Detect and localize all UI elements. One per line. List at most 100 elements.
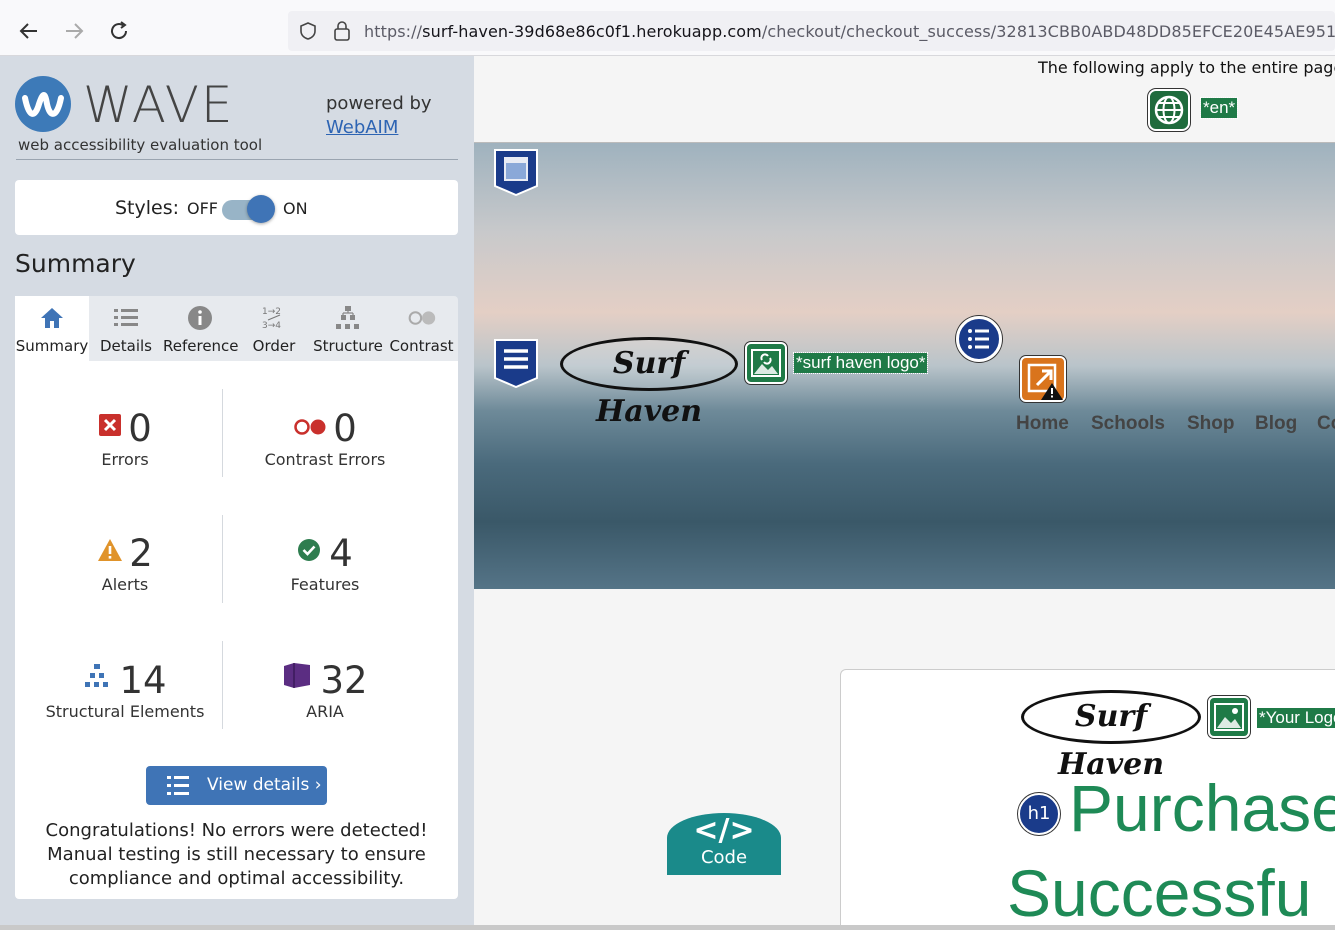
aria-count: 32 — [320, 659, 368, 702]
aria-stat[interactable]: 32 ARIA — [225, 659, 425, 721]
card-logo-alt-tag: *Your Logo — [1256, 707, 1335, 729]
browser-toolbar: https://surf-haven-39d68e86c0f1.herokuap… — [0, 0, 1335, 56]
list-structure-icon[interactable] — [956, 316, 1002, 362]
tab-contrast-label: Contrast — [389, 337, 454, 355]
lock-icon — [334, 21, 350, 41]
structural-count: 14 — [119, 659, 167, 702]
nav-blog[interactable]: Blog — [1255, 413, 1297, 435]
wave-title: WAVE — [83, 76, 235, 134]
structure-icon — [334, 305, 362, 331]
forward-arrow-icon — [66, 23, 84, 39]
list-icon — [112, 305, 140, 331]
code-toggle-button[interactable]: </> Code — [667, 813, 781, 875]
structural-label: Structural Elements — [45, 702, 205, 721]
aria-region-icon[interactable] — [493, 148, 539, 197]
lang-tag: *en* — [1199, 97, 1239, 119]
order-icon: 1→2 3→4 — [260, 305, 288, 331]
home-icon — [38, 305, 66, 331]
features-stat[interactable]: 4 Features — [225, 532, 425, 594]
view-details-label: View details › — [207, 775, 322, 795]
styles-toggle-card: Styles: OFF ON — [15, 180, 458, 235]
features-label: Features — [290, 575, 360, 594]
features-count: 4 — [329, 532, 353, 575]
page-level-info: The following apply to the entire page: … — [474, 56, 1335, 143]
forward-button[interactable] — [61, 18, 87, 44]
tab-reference[interactable]: Reference — [163, 296, 239, 361]
tab-summary[interactable]: Summary — [15, 296, 89, 361]
errors-stat[interactable]: 0 Errors — [25, 407, 225, 469]
nav-shop[interactable]: Shop — [1187, 413, 1235, 435]
image-alt-icon[interactable] — [1208, 696, 1250, 738]
errors-count: 0 — [128, 407, 152, 450]
tab-order-label: Order — [252, 337, 296, 355]
contrast-error-icon — [294, 419, 326, 435]
congrats-message: Congratulations! No errors were detected… — [45, 820, 428, 889]
error-icon — [99, 414, 122, 436]
tab-summary-label: Summary — [15, 337, 89, 355]
code-label: Code — [700, 847, 748, 868]
card-logo: Surf Haven — [1021, 690, 1201, 782]
contrast-errors-label: Contrast Errors — [264, 450, 386, 469]
shield-icon — [300, 22, 316, 40]
panel-tabs: Summary Details Reference 1→2 3→4 Order S… — [15, 296, 458, 361]
logo-alt-tag: *surf haven logo* — [792, 352, 929, 374]
h1-badge-icon[interactable]: h1 — [1018, 793, 1060, 835]
tab-contrast[interactable]: Contrast — [385, 296, 458, 361]
styles-toggle-knob[interactable] — [247, 195, 275, 223]
heading-line-1: Purchase — [1069, 771, 1335, 845]
structure-icon — [85, 664, 109, 687]
url-path: /checkout/checkout_success/32813CBB0ABD4… — [761, 22, 1335, 41]
evaluated-page: The following apply to the entire page: … — [474, 56, 1335, 926]
wave-subtitle: web accessibility evaluation tool — [18, 136, 263, 154]
summary-heading: Summary — [15, 249, 136, 278]
aria-icon — [284, 663, 311, 688]
contrast-errors-stat[interactable]: 0 Contrast Errors — [225, 407, 425, 469]
styles-label: Styles: — [115, 197, 180, 219]
back-button[interactable] — [16, 18, 42, 44]
tab-structure-label: Structure — [313, 337, 383, 355]
tab-details-label: Details — [99, 337, 152, 355]
nav-schools[interactable]: Schools — [1091, 413, 1165, 435]
wave-logo-icon — [15, 76, 71, 132]
aria-navigation-icon[interactable] — [493, 338, 539, 389]
errors-label: Errors — [101, 450, 149, 469]
heading-line-2: Successfu — [1007, 856, 1312, 926]
webaim-link[interactable]: WebAIM — [326, 117, 398, 138]
redundant-link-alert-icon[interactable] — [1020, 356, 1066, 402]
header-divider — [16, 159, 458, 160]
url-scheme: https:// — [364, 22, 423, 41]
apply-text: The following apply to the entire page: — [1038, 58, 1335, 77]
tab-structure[interactable]: Structure — [311, 296, 385, 361]
language-icon[interactable] — [1148, 89, 1190, 131]
contrast-errors-count: 0 — [333, 407, 357, 450]
nav-home[interactable]: Home — [1016, 413, 1069, 435]
aria-label: ARIA — [306, 702, 344, 721]
view-details-button[interactable]: View details › — [146, 766, 327, 805]
alert-icon — [98, 539, 123, 561]
summary-panel: 0 Errors 0 Contrast Errors 2 Alerts 4 Fe… — [15, 361, 458, 899]
list-icon — [167, 776, 189, 795]
url-host: surf-haven-39d68e86c0f1.herokuapp.com — [422, 22, 762, 41]
feature-check-icon — [298, 539, 321, 561]
tab-details[interactable]: Details — [89, 296, 163, 361]
info-icon — [186, 305, 214, 331]
alerts-count: 2 — [129, 532, 153, 575]
styles-on-label: ON — [283, 199, 308, 218]
svg-text:3→4: 3→4 — [262, 321, 281, 331]
reload-button[interactable] — [106, 18, 132, 44]
address-bar[interactable]: https://surf-haven-39d68e86c0f1.herokuap… — [288, 11, 1335, 51]
nav-contact[interactable]: Co — [1317, 413, 1335, 435]
alerts-label: Alerts — [101, 575, 149, 594]
surf-haven-logo[interactable]: Surf Haven — [560, 337, 738, 429]
structural-stat[interactable]: 14 Structural Elements — [25, 659, 225, 721]
horizontal-scrollbar[interactable] — [0, 925, 1335, 930]
success-card: Surf Haven *Your Logo h1 Purchase Succes… — [840, 669, 1335, 926]
url-text: https://surf-haven-39d68e86c0f1.herokuap… — [364, 22, 1335, 41]
wave-sidebar: WAVE web accessibility evaluation tool p… — [0, 56, 474, 930]
tab-order[interactable]: 1→2 3→4 Order — [237, 296, 311, 361]
tab-reference-label: Reference — [163, 337, 239, 355]
reload-icon — [111, 21, 128, 40]
code-icon: </> — [693, 813, 755, 848]
linked-image-icon[interactable] — [745, 342, 787, 384]
alerts-stat[interactable]: 2 Alerts — [25, 532, 225, 594]
